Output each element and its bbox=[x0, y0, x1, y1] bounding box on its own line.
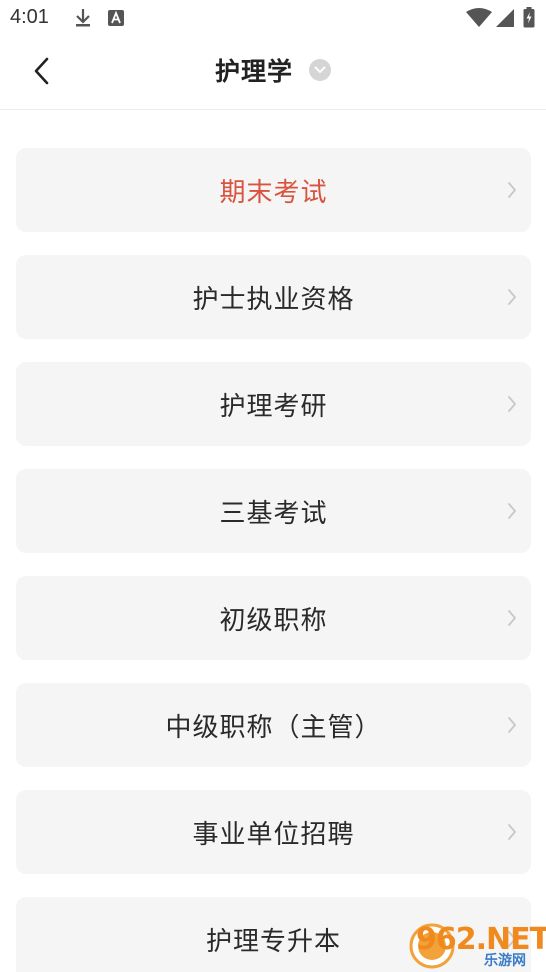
status-time: 4:01 bbox=[10, 6, 49, 28]
list-item-label: 事业单位招聘 bbox=[192, 819, 355, 850]
title-selector[interactable]: 护理学 bbox=[0, 52, 546, 88]
list-item-label: 护士执业资格 bbox=[192, 284, 355, 315]
list-item[interactable]: 事业单位招聘 bbox=[16, 790, 531, 874]
chevron-right-icon bbox=[507, 502, 517, 520]
list-item-label: 护理考研 bbox=[219, 391, 328, 422]
chevron-right-icon bbox=[507, 823, 517, 841]
signal-icon bbox=[496, 9, 514, 31]
chevron-right-icon bbox=[507, 716, 517, 734]
chevron-right-icon bbox=[507, 395, 517, 413]
list-item[interactable]: 护士执业资格 bbox=[16, 255, 531, 339]
list-item-label: 期末考试 bbox=[219, 177, 328, 208]
list-item-label: 初级职称 bbox=[219, 605, 328, 636]
list-item-label: 护理专升本 bbox=[205, 926, 341, 957]
chevron-right-icon bbox=[507, 181, 517, 199]
list-item[interactable]: 期末考试 bbox=[16, 148, 531, 232]
battery-icon bbox=[523, 7, 535, 32]
a-notification-icon bbox=[108, 10, 124, 30]
list-item-label: 中级职称（主管） bbox=[165, 712, 382, 743]
watermark-text: 962.NET bbox=[416, 922, 546, 957]
watermark-logo: 962.NET 乐游网 bbox=[408, 920, 546, 970]
category-list: 期末考试护士执业资格 护理考研三基考试初级职称中级职称（主管） 事业单位招聘 护理专升… bbox=[16, 148, 531, 972]
chevron-right-icon bbox=[507, 609, 517, 627]
chevron-down-icon[interactable] bbox=[309, 59, 331, 81]
status-bar: 4:01 bbox=[0, 0, 546, 36]
page-title: 护理学 bbox=[214, 57, 293, 86]
wifi-icon bbox=[466, 8, 492, 32]
list-item[interactable]: 护理考研 bbox=[16, 362, 531, 446]
list-item[interactable]: 初级职称 bbox=[16, 576, 531, 660]
list-item[interactable]: 三基考试 bbox=[16, 469, 531, 553]
list-item-label: 三基考试 bbox=[219, 498, 328, 529]
list-item[interactable]: 中级职称（主管） bbox=[16, 683, 531, 767]
chevron-right-icon bbox=[507, 288, 517, 306]
download-icon bbox=[74, 8, 92, 32]
watermark-sub: 乐游网 bbox=[484, 953, 526, 969]
header: 护理学 bbox=[0, 36, 546, 110]
